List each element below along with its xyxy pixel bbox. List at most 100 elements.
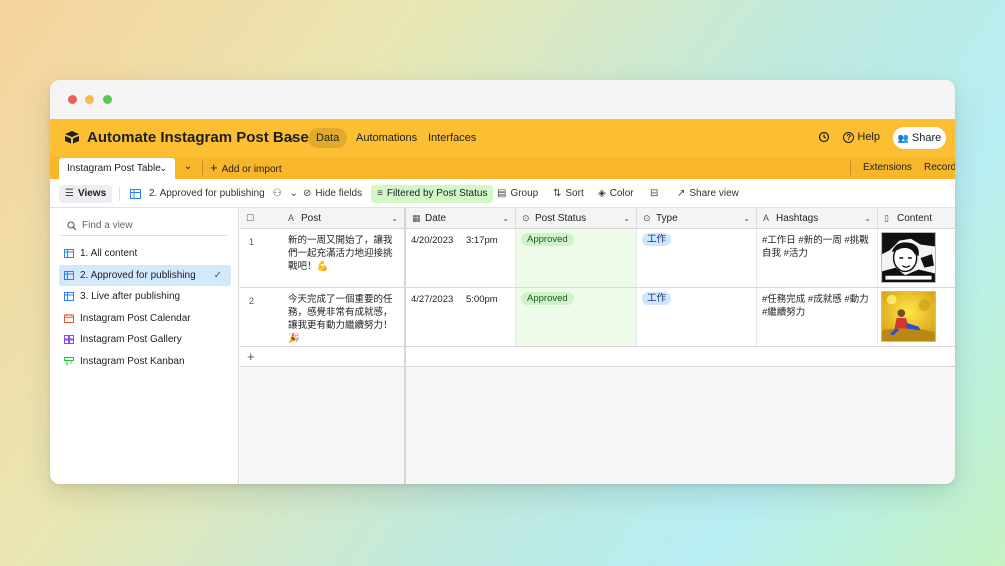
grid-icon	[130, 189, 141, 199]
row-number: 2	[249, 296, 255, 306]
airtable-logo-icon[interactable]	[64, 130, 80, 144]
checkmark-icon: ✓	[213, 270, 222, 281]
tab-interfaces[interactable]: Interfaces	[420, 128, 484, 148]
extensions-button[interactable]: Extensions	[863, 162, 912, 173]
tab-data[interactable]: Data	[308, 128, 348, 148]
view-toolbar: ☰ Views 2. Approved for publishing ⚇ ⌄ ⊘…	[50, 179, 955, 208]
app-header: Automate Instagram Post Base ⌄ Data Auto…	[50, 119, 955, 157]
base-title[interactable]: Automate Instagram Post Base	[87, 129, 309, 146]
divider	[202, 161, 203, 175]
grid-header-date[interactable]: ▦ Date ⌄	[406, 208, 516, 229]
close-window-button[interactable]	[68, 95, 77, 104]
frozen-column-divider	[404, 208, 406, 484]
sidebar-item-all-content[interactable]: 1. All content	[59, 243, 231, 264]
sort-button[interactable]: ⇅ Sort	[553, 185, 584, 203]
hashtags-cell[interactable]: #工作日 #新的一周 #挑戰自我 #活力	[757, 229, 878, 288]
content-thumbnail-image[interactable]	[881, 232, 936, 283]
group-icon: ▤	[497, 188, 507, 199]
view-divider	[119, 185, 120, 203]
divider	[850, 161, 851, 175]
post-cell[interactable]: 今天完成了一個重要的任務，感覺非常有成就感，讓我更有動力繼續努力！🎉	[288, 293, 398, 345]
content-cell[interactable]	[878, 288, 955, 347]
row-height-button[interactable]: ⊟	[650, 185, 658, 203]
grid-icon	[64, 292, 74, 301]
type-badge: 工作	[642, 233, 672, 246]
status-badge: Approved	[521, 292, 574, 305]
filter-button[interactable]: ≡ Filtered by Post Status	[371, 185, 494, 203]
group-button[interactable]: ▤ Group	[497, 185, 538, 203]
text-field-icon: A	[288, 213, 295, 223]
add-record-row[interactable]: +	[240, 347, 405, 367]
content-cell[interactable]	[878, 229, 955, 288]
table-tab-instagram-post[interactable]: Instagram Post Table ⌄	[59, 158, 175, 179]
filter-icon: ≡	[377, 188, 383, 199]
share-label: Share	[911, 132, 942, 144]
history-icon[interactable]	[818, 131, 830, 143]
current-view-selector[interactable]: 2. Approved for publishing ⚇ ⌄	[130, 185, 298, 203]
post-cell[interactable]: 新的一周又開始了，讓我們一起充滿活力地迎接挑戰吧！💪	[288, 234, 398, 273]
zoom-window-button[interactable]	[103, 95, 112, 104]
find-view-input[interactable]: Find a view	[60, 216, 228, 236]
chevron-down-icon[interactable]: ⌄	[623, 208, 630, 229]
date-cell[interactable]: 4/27/2023 5:00pm	[406, 288, 516, 347]
tab-automations[interactable]: Automations	[348, 128, 425, 148]
hashtags-cell[interactable]: #任務完成 #成就感 #動力 #繼續努力	[757, 288, 878, 347]
sidebar-item-approved-for-publishing[interactable]: 2. Approved for publishing ✓	[59, 265, 231, 286]
status-cell[interactable]: Approved	[516, 288, 637, 347]
chevron-down-icon[interactable]: ⌄	[391, 208, 398, 229]
grid-header-hashtags[interactable]: A Hashtags ⌄	[757, 208, 878, 229]
help-icon: ?	[843, 131, 855, 143]
grid-header-post-status[interactable]: ⊙ Post Status ⌄	[516, 208, 637, 229]
content-thumbnail-image[interactable]	[881, 291, 936, 342]
add-record-row-extension[interactable]	[406, 347, 955, 367]
grid-header-type[interactable]: ⊙ Type ⌄	[637, 208, 757, 229]
status-badge: Approved	[521, 233, 574, 246]
external-link-icon: ↗	[677, 188, 686, 199]
grid-header-content[interactable]: ▯ Content	[878, 208, 955, 229]
search-icon	[67, 221, 77, 231]
chevron-down-icon[interactable]: ⌄	[287, 130, 296, 143]
single-select-icon: ⊙	[522, 213, 530, 223]
row-height-icon: ⊟	[650, 188, 659, 199]
plus-icon: +	[210, 160, 218, 175]
type-badge: 工作	[642, 292, 672, 305]
share-view-button[interactable]: ↗ Share view	[677, 185, 739, 203]
color-button[interactable]: ◈ Color	[598, 185, 634, 203]
select-all-checkbox[interactable]: ☐	[246, 208, 254, 229]
sidebar-item-kanban[interactable]: Instagram Post Kanban	[59, 351, 231, 372]
hide-fields-button[interactable]: ⊘ Hide fields	[303, 185, 362, 203]
views-toggle-button[interactable]: ☰ Views	[59, 185, 113, 203]
chevron-down-icon[interactable]: ⌄	[864, 208, 871, 229]
status-cell[interactable]: Approved	[516, 229, 637, 288]
add-or-import-button[interactable]: + Add or import	[210, 160, 282, 175]
sidebar-item-calendar[interactable]: Instagram Post Calendar	[59, 308, 231, 329]
table-row[interactable]: 1 新的一周又開始了，讓我們一起充滿活力地迎接挑戰吧！💪	[240, 229, 405, 288]
users-icon: 👥	[897, 132, 909, 143]
chevron-down-icon[interactable]: ⌄	[159, 158, 167, 179]
share-button[interactable]: 👥 Share	[893, 127, 946, 149]
chevron-down-icon: ⌄	[289, 188, 298, 199]
help-button[interactable]: ? Help	[843, 131, 880, 143]
chevron-down-icon[interactable]: ⌄	[743, 208, 750, 229]
calendar-icon	[64, 314, 74, 323]
grid-icon	[64, 271, 74, 280]
collaborators-icon: ⚇	[272, 188, 282, 199]
calendar-icon: ▦	[412, 213, 421, 223]
type-cell[interactable]: 工作	[637, 229, 757, 288]
sidebar-item-gallery[interactable]: Instagram Post Gallery	[59, 329, 231, 350]
table-row[interactable]: 2 今天完成了一個重要的任務，感覺非常有成就感，讓我更有動力繼續努力！🎉	[240, 288, 405, 347]
date-cell[interactable]: 4/20/2023 3:17pm	[406, 229, 516, 288]
records-button[interactable]: Record	[924, 162, 955, 173]
records-grid: ☐ A Post ⌄ ▦ Date ⌄ ⊙ Post Status ⌄ ⊙ Ty…	[240, 208, 955, 484]
eye-slash-icon: ⊘	[303, 188, 312, 199]
minimize-window-button[interactable]	[85, 95, 94, 104]
all-tables-chevron-icon[interactable]: ⌄	[184, 161, 192, 172]
text-field-icon: A	[763, 213, 770, 223]
type-cell[interactable]: 工作	[637, 288, 757, 347]
app-window: Automate Instagram Post Base ⌄ Data Auto…	[50, 80, 955, 484]
paint-bucket-icon: ◈	[598, 188, 606, 199]
grid-header-post[interactable]: ☐ A Post ⌄	[240, 208, 405, 229]
chevron-down-icon[interactable]: ⌄	[502, 208, 509, 229]
sidebar-item-live-after-publishing[interactable]: 3. Live after publishing	[59, 286, 231, 307]
gallery-icon	[64, 335, 74, 344]
